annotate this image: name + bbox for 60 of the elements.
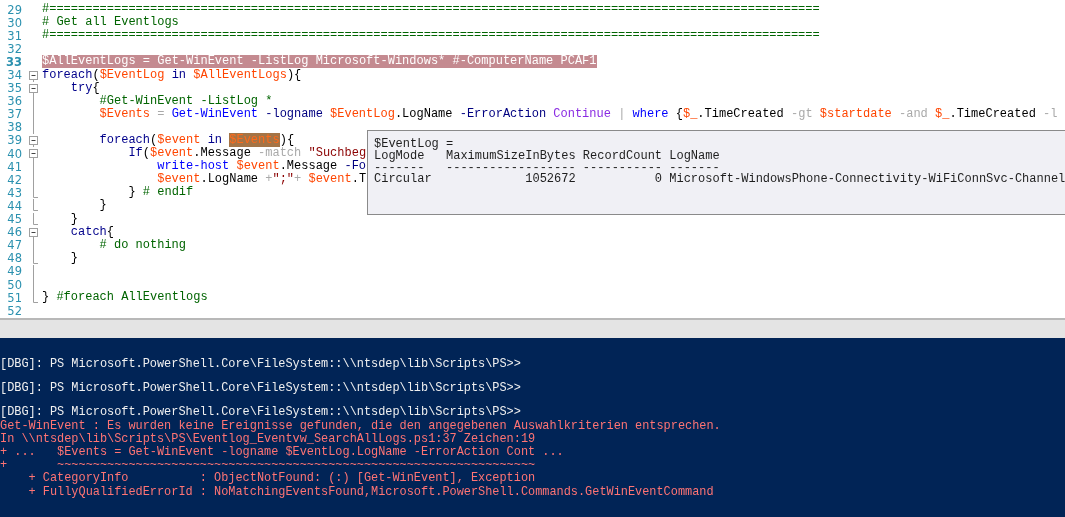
line-number: 39 xyxy=(6,133,22,148)
code-line: write-host $event.Message -Fo xyxy=(156,160,367,174)
line-number: 36 xyxy=(6,94,22,109)
tooltip-text: Circular 1052672 0 Microsoft-WindowsPhone-Connectivity-WiFiConnSvc-Channel xyxy=(374,174,1065,187)
line-number: 30 xyxy=(6,15,22,30)
line-number: 38 xyxy=(6,120,22,135)
code-line: } xyxy=(98,199,107,213)
line-number: 43 xyxy=(6,185,22,200)
line-number: 40 xyxy=(6,146,22,161)
error-message: + CategoryInfo : ObjectNotFound: (:) [Get-WinEvent], Exception xyxy=(27,472,536,486)
line-number: 32 xyxy=(6,41,22,56)
console-pane[interactable] xyxy=(0,338,1065,517)
console-prompt: [DBG]: PS Microsoft.PowerShell.Core\FileSystem::\\ntsdep\lib\Scripts\PS>> xyxy=(0,358,521,372)
line-number: 37 xyxy=(6,107,22,122)
error-message: + ... $Events = Get-WinEvent -logname $EventLog.LogName -ErrorAction Cont ... xyxy=(0,446,564,460)
code-line: #=========================================================================================================== xyxy=(42,29,820,43)
error-message: Get-WinEvent : Es wurden keine Ereignisse gefunden, die den angegebenen Auswahlkriterien entsprechen. xyxy=(0,419,721,433)
line-number: 47 xyxy=(6,238,22,253)
code-line: #=========================================================================================================== xyxy=(42,3,820,17)
code-line: foreach($event in $Events){ xyxy=(98,134,295,147)
tooltip-text: LogMode MaximumSizeInBytes RecordCount LogName xyxy=(374,150,720,163)
line-number: 41 xyxy=(6,159,22,174)
error-message: + FullyQualifiedErrorId : NoMatchingEventsFound,Microsoft.PowerShell.Commands.GetWinEventCommand xyxy=(27,485,714,499)
collapse-icon[interactable] xyxy=(28,134,39,147)
line-number: 51 xyxy=(6,290,22,305)
collapse-icon[interactable] xyxy=(28,81,39,95)
line-number: 31 xyxy=(6,28,22,43)
code-line: } xyxy=(69,212,78,226)
line-number: 52 xyxy=(6,303,22,318)
line-number: 42 xyxy=(6,172,22,187)
line-number: 33 xyxy=(5,54,22,69)
collapse-icon[interactable] xyxy=(28,147,39,161)
line-number: 46 xyxy=(6,225,22,240)
code-line: $event.LogName +";"+ $event.T xyxy=(156,173,367,187)
code-line: catch{ xyxy=(69,225,114,239)
code-line: # do nothing xyxy=(98,238,187,252)
code-line: try{ xyxy=(69,81,100,95)
collapse-icon[interactable] xyxy=(28,225,39,239)
code-line: } xyxy=(69,251,78,265)
error-message: + ~~~~~~~~~~~~~~~~~~~~~~~~~~~~~~~~~~~~~~~~~~~~~~~~~~~~~~~~~~~~~~~~~~~ xyxy=(0,459,536,473)
line-number: 50 xyxy=(6,277,22,292)
line-number: 48 xyxy=(6,251,22,266)
line-number: 45 xyxy=(6,212,22,227)
line-number: 35 xyxy=(6,81,22,96)
line-number: 49 xyxy=(6,264,22,279)
code-line: foreach($EventLog in $AllEventLogs){ xyxy=(42,68,302,82)
code-line: } #foreach AllEventlogs xyxy=(42,291,208,305)
console-prompt: [DBG]: PS Microsoft.PowerShell.Core\FileSystem::\\ntsdep\lib\Scripts\PS>> xyxy=(0,382,521,396)
line-number: 34 xyxy=(6,68,22,82)
line-number: 44 xyxy=(6,198,22,213)
code-line: # Get all Eventlogs xyxy=(42,16,179,30)
code-line: If($event.Message -match "Suchbeg xyxy=(127,147,367,161)
code-line: } # endif xyxy=(127,186,194,200)
tooltip-text: $EventLog = xyxy=(374,139,454,151)
console-prompt: [DBG]: PS Microsoft.PowerShell.Core\FileSystem::\\ntsdep\lib\Scripts\PS>> xyxy=(0,406,521,420)
line-number: 29 xyxy=(6,2,22,17)
collapse-icon[interactable] xyxy=(28,68,39,82)
code-line: #Get-WinEvent -ListLog * xyxy=(99,94,273,108)
code-line: $Events = Get-WinEvent -logname $EventLog.LogName -ErrorAction Continue | where {$_.TimeCreated -gt $startdate -and $_.TimeCreated -l xyxy=(98,107,1058,121)
error-message: In \\ntsdep\lib\Scripts\PS\Eventlog_Eventvw_SearchAllLogs.ps1:37 Zeichen:19 xyxy=(0,432,536,446)
